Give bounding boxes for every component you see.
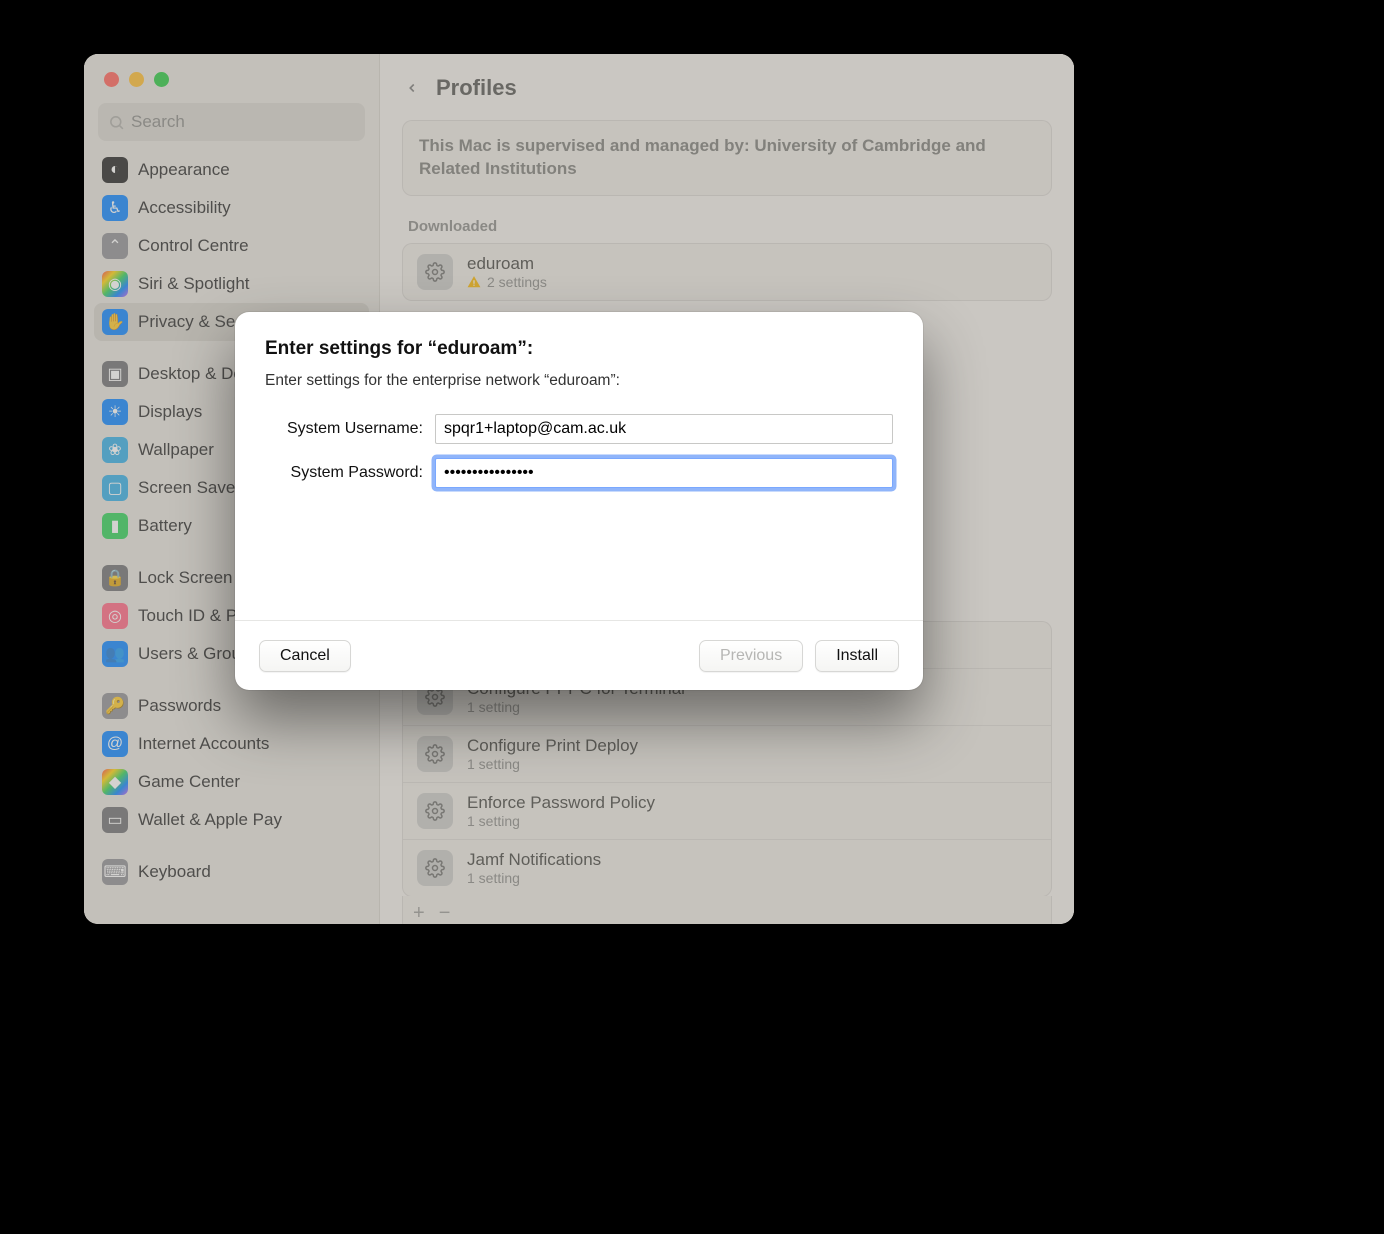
zoom-window-button[interactable] (154, 72, 169, 87)
eduroam-settings-modal: Enter settings for “eduroam”: Enter sett… (235, 312, 923, 690)
at-icon: @ (102, 731, 128, 757)
sidebar-item-label: Wallpaper (138, 440, 214, 460)
minimize-window-button[interactable] (129, 72, 144, 87)
users-icon: 👥 (102, 641, 128, 667)
privacy-icon: ✋ (102, 309, 128, 335)
remove-profile-button[interactable]: − (439, 902, 451, 924)
sidebar-item-passwords[interactable]: 🔑 Passwords (94, 687, 369, 725)
sidebar-item-label: Keyboard (138, 862, 211, 882)
gear-icon (417, 793, 453, 829)
accessibility-icon: ♿︎ (102, 195, 128, 221)
profile-title: Configure Print Deploy (467, 736, 638, 756)
wallpaper-icon: ❀ (102, 437, 128, 463)
profile-row[interactable]: Configure Print Deploy 1 setting (403, 726, 1051, 783)
profile-sub: 2 settings (487, 274, 547, 290)
control-centre-icon: ⌃ (102, 233, 128, 259)
displays-icon: ☀︎ (102, 399, 128, 425)
lock-icon: 🔒 (102, 565, 128, 591)
sidebar-item-label: Control Centre (138, 236, 249, 256)
sidebar-item-label: Lock Screen (138, 568, 233, 588)
siri-icon: ◉ (102, 271, 128, 297)
sidebar-item-label: Appearance (138, 160, 230, 180)
gear-icon (417, 736, 453, 772)
sidebar-item-label: Displays (138, 402, 202, 422)
sidebar-item-label: Screen Saver (138, 478, 241, 498)
gamecenter-icon: ◆ (102, 769, 128, 795)
desktop-icon: ▣ (102, 361, 128, 387)
profile-title: Enforce Password Policy (467, 793, 655, 813)
profile-list-footer: + − (402, 896, 1052, 924)
install-button[interactable]: Install (815, 640, 899, 672)
sidebar-item-wallet[interactable]: ▭ Wallet & Apple Pay (94, 801, 369, 839)
search-icon (108, 114, 125, 131)
profile-sub: 1 setting (467, 756, 520, 772)
profile-row-eduroam[interactable]: eduroam 2 settings (403, 244, 1051, 300)
profile-title: Jamf Notifications (467, 850, 601, 870)
screensaver-icon: ▢ (102, 475, 128, 501)
modal-subtitle: Enter settings for the enterprise networ… (265, 372, 893, 390)
previous-button[interactable]: Previous (699, 640, 803, 672)
downloaded-section-label: Downloaded (408, 218, 1046, 235)
gear-icon (417, 254, 453, 290)
sidebar-item-label: Wallet & Apple Pay (138, 810, 282, 830)
profile-row[interactable]: Jamf Notifications 1 setting (403, 840, 1051, 896)
page-title: Profiles (436, 75, 517, 101)
wallet-icon: ▭ (102, 807, 128, 833)
modal-footer: Cancel Previous Install (235, 620, 923, 690)
modal-title: Enter settings for “eduroam”: (265, 338, 893, 360)
chevron-left-icon (405, 78, 419, 98)
sidebar-item-control-centre[interactable]: ⌃ Control Centre (94, 227, 369, 265)
sidebar-item-label: Accessibility (138, 198, 231, 218)
add-profile-button[interactable]: + (413, 902, 425, 924)
battery-icon: ▮ (102, 513, 128, 539)
sidebar-item-keyboard[interactable]: ⌨ Keyboard (94, 853, 369, 891)
sidebar-item-appearance[interactable]: ◐ Appearance (94, 151, 369, 189)
password-input[interactable] (435, 458, 893, 488)
search-input[interactable]: Search (98, 103, 365, 141)
appearance-icon: ◐ (102, 157, 128, 183)
window-controls (84, 54, 379, 97)
fingerprint-icon: ◎ (102, 603, 128, 629)
sidebar-item-label: Game Center (138, 772, 240, 792)
profile-title: eduroam (467, 254, 547, 274)
cancel-button[interactable]: Cancel (259, 640, 351, 672)
sidebar-item-label: Passwords (138, 696, 221, 716)
downloaded-profile-list: eduroam 2 settings (402, 243, 1052, 301)
key-icon: 🔑 (102, 693, 128, 719)
warning-icon (467, 275, 481, 289)
sidebar-item-game-center[interactable]: ◆ Game Center (94, 763, 369, 801)
close-window-button[interactable] (104, 72, 119, 87)
sidebar-item-accessibility[interactable]: ♿︎ Accessibility (94, 189, 369, 227)
sidebar-item-internet-accounts[interactable]: @ Internet Accounts (94, 725, 369, 763)
profile-sub: 1 setting (467, 813, 520, 829)
keyboard-icon: ⌨ (102, 859, 128, 885)
profile-sub: 1 setting (467, 870, 520, 886)
gear-icon (417, 850, 453, 886)
username-input[interactable] (435, 414, 893, 444)
password-label: System Password: (265, 464, 435, 482)
search-placeholder: Search (131, 112, 185, 132)
profile-row[interactable]: Enforce Password Policy 1 setting (403, 783, 1051, 840)
sidebar-item-label: Battery (138, 516, 192, 536)
sidebar-item-label: Siri & Spotlight (138, 274, 250, 294)
profile-sub: 1 setting (467, 699, 520, 715)
sidebar-item-siri-spotlight[interactable]: ◉ Siri & Spotlight (94, 265, 369, 303)
back-button[interactable] (402, 78, 422, 98)
username-label: System Username: (265, 420, 435, 438)
supervision-banner: This Mac is supervised and managed by: U… (402, 120, 1052, 196)
sidebar-item-label: Internet Accounts (138, 734, 269, 754)
main-header: Profiles (380, 54, 1074, 112)
